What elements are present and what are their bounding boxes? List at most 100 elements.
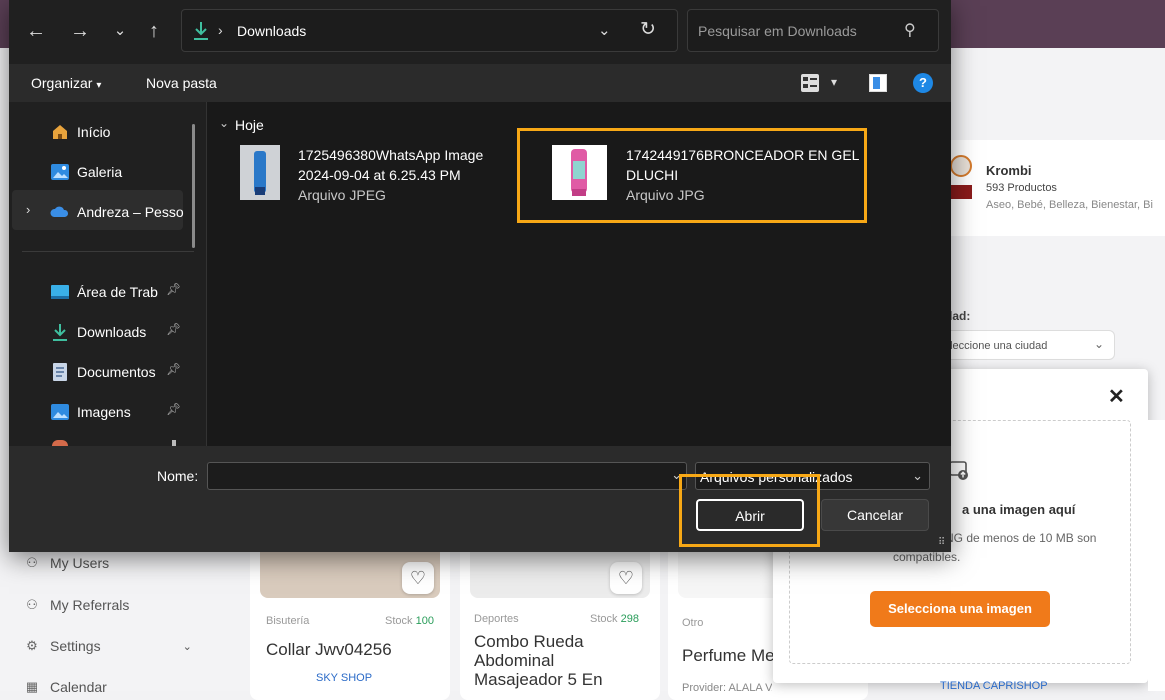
product-provider: Provider: ALALA VARIEDADES xyxy=(682,682,772,694)
up-button[interactable]: ↑ xyxy=(141,18,167,44)
sidebar-item-label: Calendar xyxy=(50,679,107,695)
select-image-button[interactable]: Selecciona una imagen xyxy=(870,591,1050,627)
file-item-whatsapp-image[interactable]: 1725496380WhatsApp Image 2024-09-04 at 6… xyxy=(240,145,483,205)
city-select[interactable]: eleccione una ciudad ⌄ xyxy=(935,330,1115,360)
pin-icon[interactable]: 📌︎ xyxy=(166,402,181,416)
favorite-heart-icon[interactable]: ♡ xyxy=(402,562,434,594)
store-product-count: 593 Productos xyxy=(986,182,1057,194)
download-icon xyxy=(192,21,210,41)
calendar-icon: ▦ xyxy=(25,679,39,694)
search-box[interactable]: ⚲ xyxy=(687,9,939,52)
group-collapse-icon[interactable]: ⌄ xyxy=(219,116,229,130)
help-icon[interactable]: ? xyxy=(913,73,933,93)
nav-item-home[interactable]: Início xyxy=(50,122,110,142)
chevron-down-icon[interactable]: ⌄ xyxy=(598,21,611,39)
favorite-heart-icon[interactable]: ♡ xyxy=(610,562,642,594)
close-icon[interactable]: ✕ xyxy=(1108,384,1125,409)
nav-divider-line xyxy=(22,251,194,252)
chevron-down-icon: ⌄ xyxy=(182,640,192,653)
search-input[interactable] xyxy=(696,22,900,40)
recent-locations-button[interactable]: ⌄ xyxy=(107,18,133,44)
sidebar-item-label: My Users xyxy=(50,555,110,571)
upload-title: a una imagen aquí xyxy=(962,502,1076,517)
footer-shop-label: TIENDA CAPRISHOP xyxy=(940,680,1048,692)
highlight-box-file xyxy=(517,128,867,223)
filename-input[interactable] xyxy=(214,468,658,486)
chevron-down-icon: ⌄ xyxy=(1093,337,1104,351)
forward-button[interactable]: → xyxy=(67,18,93,44)
group-header-today: Hoje xyxy=(235,117,264,133)
product-category: Deportes xyxy=(474,613,519,625)
file-name: 2024-09-04 at 6.25.43 PM xyxy=(298,167,461,183)
nav-item-onedrive[interactable]: Andreza – Pesso xyxy=(50,202,184,222)
chevron-down-icon: ⌄ xyxy=(912,468,923,483)
right-edge-panel xyxy=(1148,420,1165,691)
organize-menu[interactable]: Organizar ▾ xyxy=(31,75,101,91)
search-icon[interactable]: ⚲ xyxy=(904,20,916,40)
sidebar-item-settings[interactable]: ⚙ Settings ⌄ xyxy=(24,638,192,654)
gallery-icon xyxy=(50,162,70,182)
cancel-button[interactable]: Cancelar xyxy=(821,499,929,531)
nav-item-downloads[interactable]: Downloads 📌︎ xyxy=(50,322,190,342)
filename-field[interactable]: ⌄ xyxy=(207,462,687,490)
file-open-dialog: ← → ⌄ ↑ › Downloads ⌄ ↻ ⚲ Organizar ▾ No… xyxy=(9,0,951,552)
nav-pin-partial xyxy=(172,440,176,446)
nav-item-label: Imagens xyxy=(77,404,131,420)
sidebar-item-label: My Referrals xyxy=(50,597,130,613)
product-shop[interactable]: SKY SHOP xyxy=(316,672,372,684)
sidebar-item-calendar[interactable]: ▦ Calendar xyxy=(24,679,107,695)
nav-item-partial[interactable] xyxy=(52,440,68,446)
users-icon: ⚇ xyxy=(26,555,38,570)
city-select-value: eleccione una ciudad xyxy=(944,340,1048,352)
file-thumbnail xyxy=(240,145,280,200)
nav-item-desktop[interactable]: Área de Trab 📌︎ xyxy=(50,282,190,302)
document-icon xyxy=(50,362,70,382)
address-bar[interactable]: › Downloads ⌄ ↻ xyxy=(181,9,678,52)
pin-icon[interactable]: 📌︎ xyxy=(166,362,181,376)
breadcrumb-separator: › xyxy=(218,22,223,38)
back-button[interactable]: ← xyxy=(23,18,49,44)
product-title[interactable]: Perfume Me xyxy=(682,646,777,665)
breadcrumb-downloads[interactable]: Downloads xyxy=(237,23,306,39)
pin-icon[interactable]: 📌︎ xyxy=(166,322,181,336)
expand-chevron-icon[interactable]: › xyxy=(26,202,30,217)
nav-item-label: Área de Trab xyxy=(77,284,158,300)
highlight-box-open-button xyxy=(679,474,820,547)
product-stock: Stock 100 xyxy=(385,615,434,627)
download-icon xyxy=(50,322,70,342)
view-options-icon[interactable] xyxy=(801,74,819,92)
refresh-icon[interactable]: ↻ xyxy=(640,18,656,41)
product-stock: Stock 298 xyxy=(590,613,639,625)
sidebar-item-my-referrals[interactable]: ⚇ My Referrals xyxy=(24,597,129,613)
referral-icon: ⚇ xyxy=(26,597,38,612)
nav-item-gallery[interactable]: Galeria xyxy=(50,162,122,182)
command-bar: Organizar ▾ Nova pasta ▾ ? xyxy=(9,64,951,102)
sidebar-item-my-users[interactable]: ⚇ My Users xyxy=(24,555,109,571)
store-logo-secondary xyxy=(948,185,972,199)
caret-down-icon: ▾ xyxy=(96,80,102,91)
sidebar-item-label: Settings xyxy=(50,638,101,654)
navigation-pane: › xyxy=(9,102,206,446)
product-title[interactable]: Combo Rueda Abdominal Masajeador 5 En xyxy=(474,632,644,689)
store-logo xyxy=(950,155,972,177)
filename-label: Nome: xyxy=(157,468,199,484)
nav-item-images[interactable]: Imagens 📌︎ xyxy=(50,402,190,422)
image-upload-icon xyxy=(948,458,970,480)
nav-scrollbar[interactable] xyxy=(192,124,195,248)
gear-icon: ⚙ xyxy=(26,638,38,653)
caret-down-icon[interactable]: ▾ xyxy=(831,75,837,89)
file-meta: 1725496380WhatsApp Image 2024-09-04 at 6… xyxy=(298,145,483,205)
images-icon xyxy=(50,402,70,422)
nav-item-label: Galeria xyxy=(77,164,123,180)
file-name: 1725496380WhatsApp Image xyxy=(298,147,484,163)
store-name: Krombi xyxy=(986,163,1032,178)
new-folder-button[interactable]: Nova pasta xyxy=(146,75,217,91)
onedrive-cloud-icon xyxy=(50,202,70,222)
product-title[interactable]: Collar Jwv04256 xyxy=(266,640,446,659)
nav-item-label: Downloads xyxy=(77,324,147,340)
pin-icon[interactable]: 📌︎ xyxy=(166,282,181,296)
resize-grip-icon[interactable]: ⠿ xyxy=(938,537,945,548)
preview-pane-icon[interactable] xyxy=(869,74,887,92)
home-icon xyxy=(50,122,70,142)
nav-item-documents[interactable]: Documentos 📌︎ xyxy=(50,362,190,382)
